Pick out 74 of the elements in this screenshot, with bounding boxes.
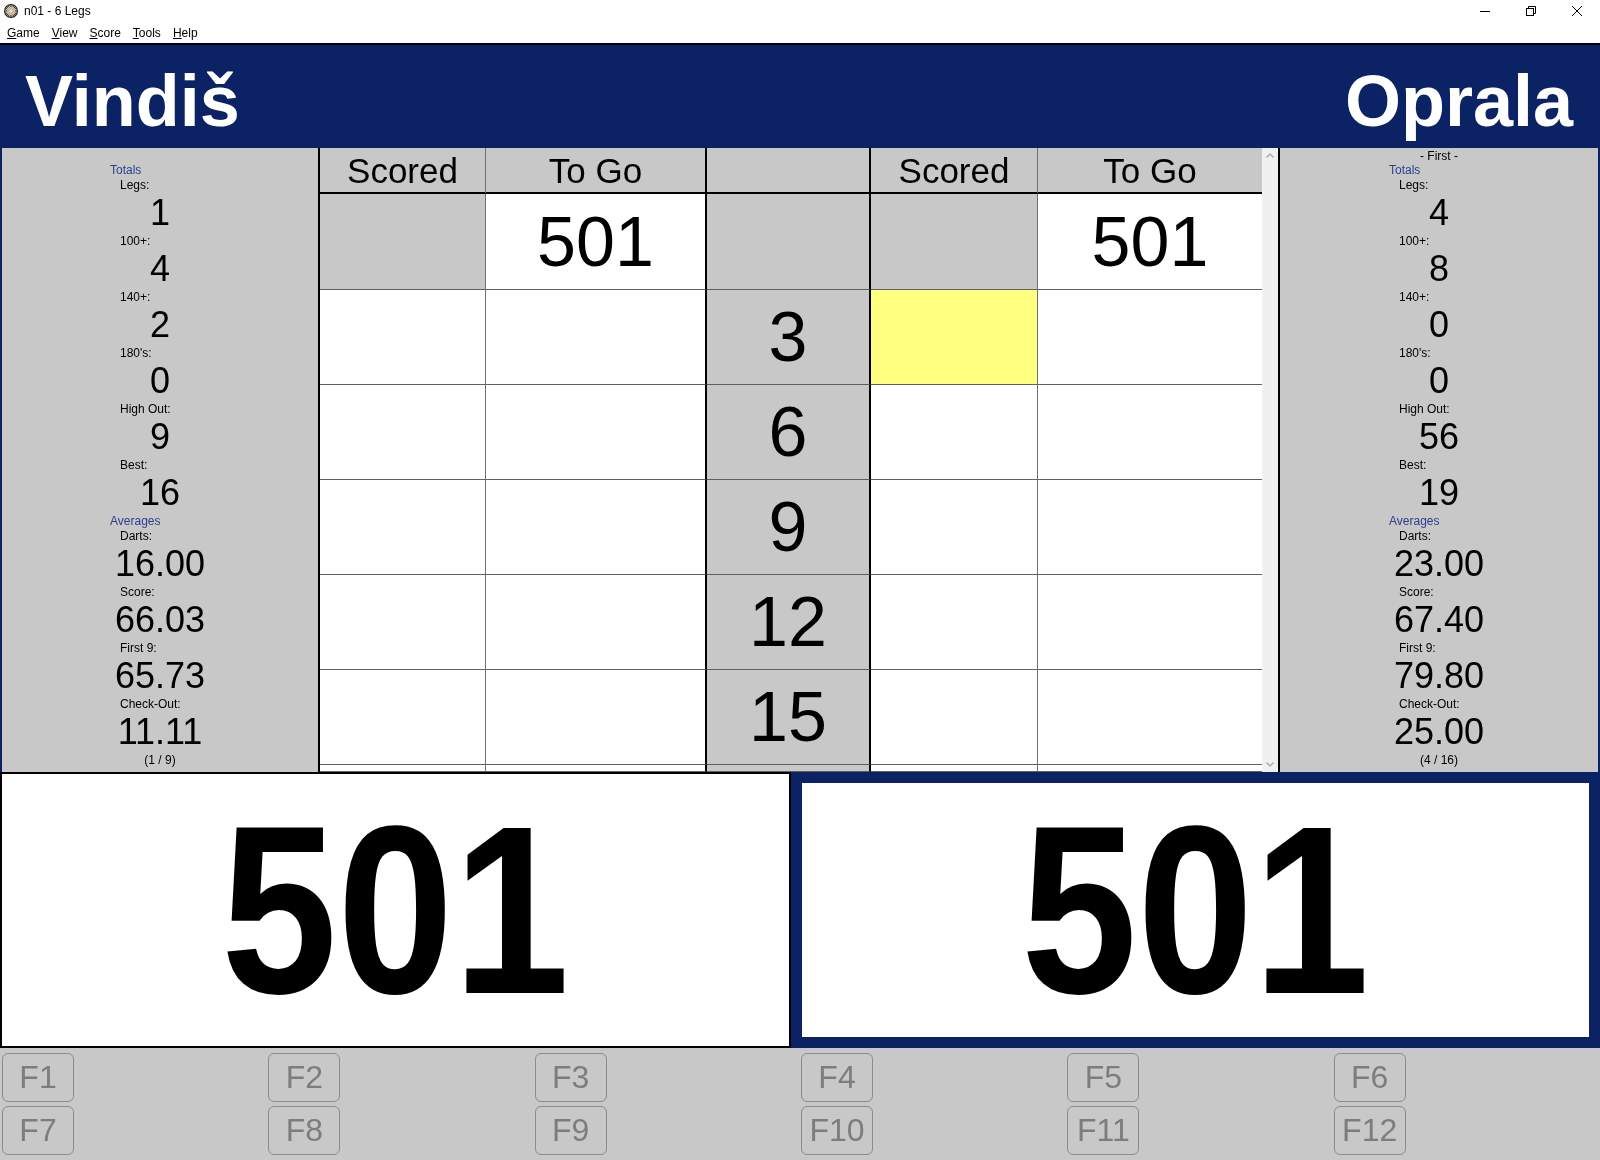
checkout-ratio: (1 / 9) (144, 753, 176, 767)
stat-value: 11.11 (117, 711, 203, 753)
stat-label: High Out: (120, 402, 171, 416)
stat-value: 79.80 (1393, 655, 1485, 697)
column-header: Scored (871, 148, 1038, 194)
menu-item[interactable]: Tools (126, 23, 167, 42)
stat-value: 0 (1429, 304, 1449, 346)
table-cell: 6 (707, 385, 871, 480)
close-icon (1572, 6, 1582, 16)
stat-value: 19 (1418, 472, 1459, 514)
checkout-ratio: (4 / 16) (1420, 753, 1458, 767)
scrollbar[interactable] (1262, 148, 1278, 772)
restore-icon (1526, 6, 1536, 16)
stat-value: 23.00 (1393, 543, 1485, 585)
stat-label: Legs: (1399, 178, 1429, 192)
section-heading: Averages (110, 514, 161, 529)
stat-label: Legs: (120, 178, 150, 192)
section-heading: Totals (110, 163, 142, 178)
section-heading: Averages (1389, 514, 1440, 529)
stat-label: 180's: (1399, 346, 1431, 360)
stat-label: 100+: (1399, 234, 1430, 248)
stat-label: Check-Out: (120, 697, 181, 711)
remaining-score: 501 (221, 790, 570, 1030)
stat-label: First 9: (1399, 641, 1436, 655)
stat-label: Darts: (120, 529, 152, 543)
column-header: To Go (486, 148, 707, 194)
stat-label: High Out: (1399, 402, 1450, 416)
minimize-icon (1480, 10, 1490, 12)
column-header: To Go (1038, 148, 1262, 194)
remaining-score: 501 (1021, 790, 1370, 1030)
stat-value: 4 (1429, 192, 1449, 234)
stat-value: 9 (150, 416, 170, 458)
stat-value: 0 (150, 360, 170, 402)
stat-value: 16.00 (114, 543, 206, 585)
stat-label: Score: (120, 585, 155, 599)
first-player-marker: - First - (1420, 148, 1458, 163)
table-cell: 12 (707, 575, 871, 670)
chevron-down-icon (1266, 762, 1274, 767)
menu-item[interactable]: Help (166, 23, 204, 42)
section-heading: Totals (1389, 163, 1421, 178)
stat-value: 66.03 (114, 599, 206, 641)
stat-value: 8 (1429, 248, 1449, 290)
table-cell: 501 (486, 194, 707, 290)
menu-item[interactable]: Score (83, 23, 127, 42)
stat-value: 2 (150, 304, 170, 346)
stat-value: 16 (139, 472, 180, 514)
chevron-up-icon (1266, 153, 1274, 158)
stat-value: 65.73 (114, 655, 206, 697)
stat-label: Score: (1399, 585, 1434, 599)
table-cell: 3 (707, 290, 871, 385)
stat-label: 100+: (120, 234, 151, 248)
stat-value: 1 (150, 192, 170, 234)
menu-item[interactable]: Game (1, 23, 46, 42)
table-cell: 9 (707, 480, 871, 575)
stat-label: First 9: (120, 641, 157, 655)
dartboard-icon (4, 4, 18, 18)
table-cell[interactable] (871, 290, 1038, 385)
stat-label: Best: (1399, 458, 1427, 472)
stat-label: 140+: (120, 290, 151, 304)
menu-item[interactable]: View (45, 23, 84, 42)
stat-label: Best: (120, 458, 148, 472)
stat-label: Check-Out: (1399, 697, 1460, 711)
table-cell: 15 (707, 670, 871, 765)
stat-label: Darts: (1399, 529, 1431, 543)
column-header: Scored (320, 148, 486, 194)
stat-value: 0 (1429, 360, 1449, 402)
stat-value: 4 (150, 248, 170, 290)
player-name: Vindiš (25, 64, 240, 137)
stat-value: 56 (1418, 416, 1459, 458)
stat-label: 180's: (120, 346, 152, 360)
stat-value: 67.40 (1393, 599, 1485, 641)
window-title: n01 - 6 Legs (24, 4, 91, 18)
stat-value: 25.00 (1393, 711, 1485, 753)
stat-label: 140+: (1399, 290, 1430, 304)
